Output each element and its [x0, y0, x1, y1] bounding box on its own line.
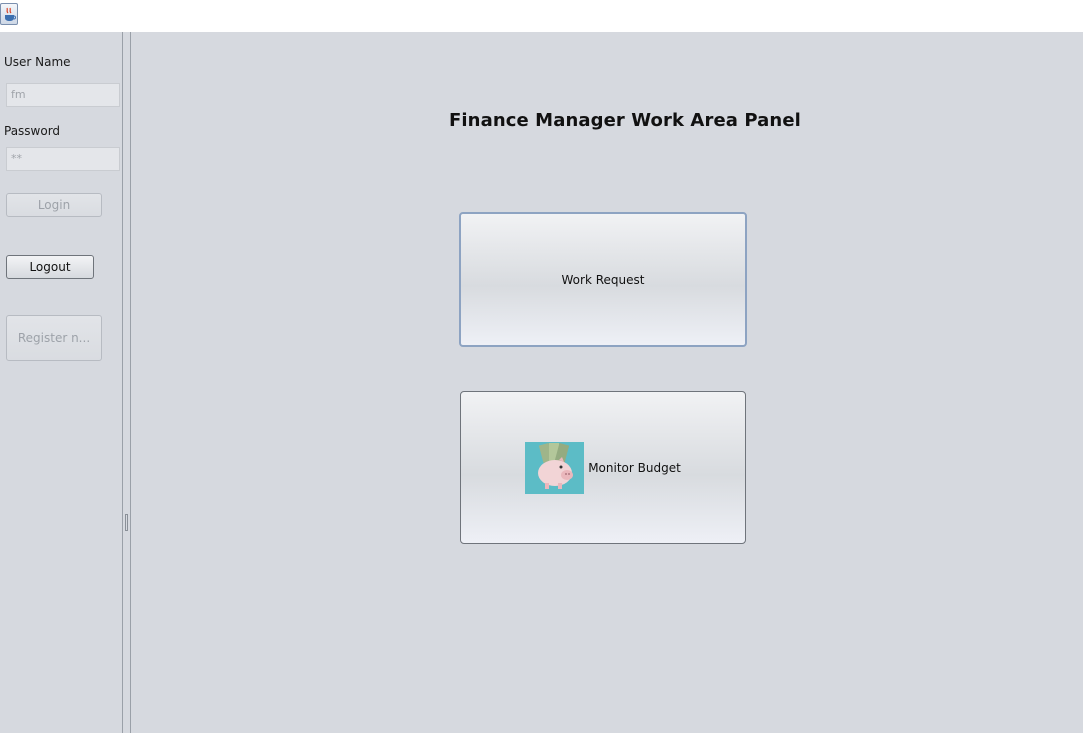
register-button[interactable]: Register n...: [6, 315, 102, 361]
password-field[interactable]: **: [6, 147, 120, 171]
split-pane-divider[interactable]: [122, 32, 131, 733]
page-title: Finance Manager Work Area Panel: [449, 110, 801, 131]
username-field[interactable]: fm: [6, 83, 120, 107]
username-label: User Name: [4, 55, 71, 69]
logout-button[interactable]: Logout: [6, 255, 94, 279]
password-label: Password: [4, 124, 61, 138]
divider-grip[interactable]: [125, 514, 128, 531]
login-button[interactable]: Login: [6, 193, 102, 217]
work-request-button[interactable]: Work Request: [459, 212, 747, 347]
monitor-budget-button[interactable]: Monitor Budget: [460, 391, 746, 544]
work-request-label: Work Request: [561, 272, 645, 287]
java-coffee-cup-icon[interactable]: [0, 3, 18, 25]
login-panel: User Name fm Password ** Login Logout Re…: [0, 32, 122, 733]
piggy-bank-icon: [525, 441, 585, 494]
window-titlebar: [0, 0, 1083, 32]
monitor-budget-label: Monitor Budget: [588, 460, 681, 475]
